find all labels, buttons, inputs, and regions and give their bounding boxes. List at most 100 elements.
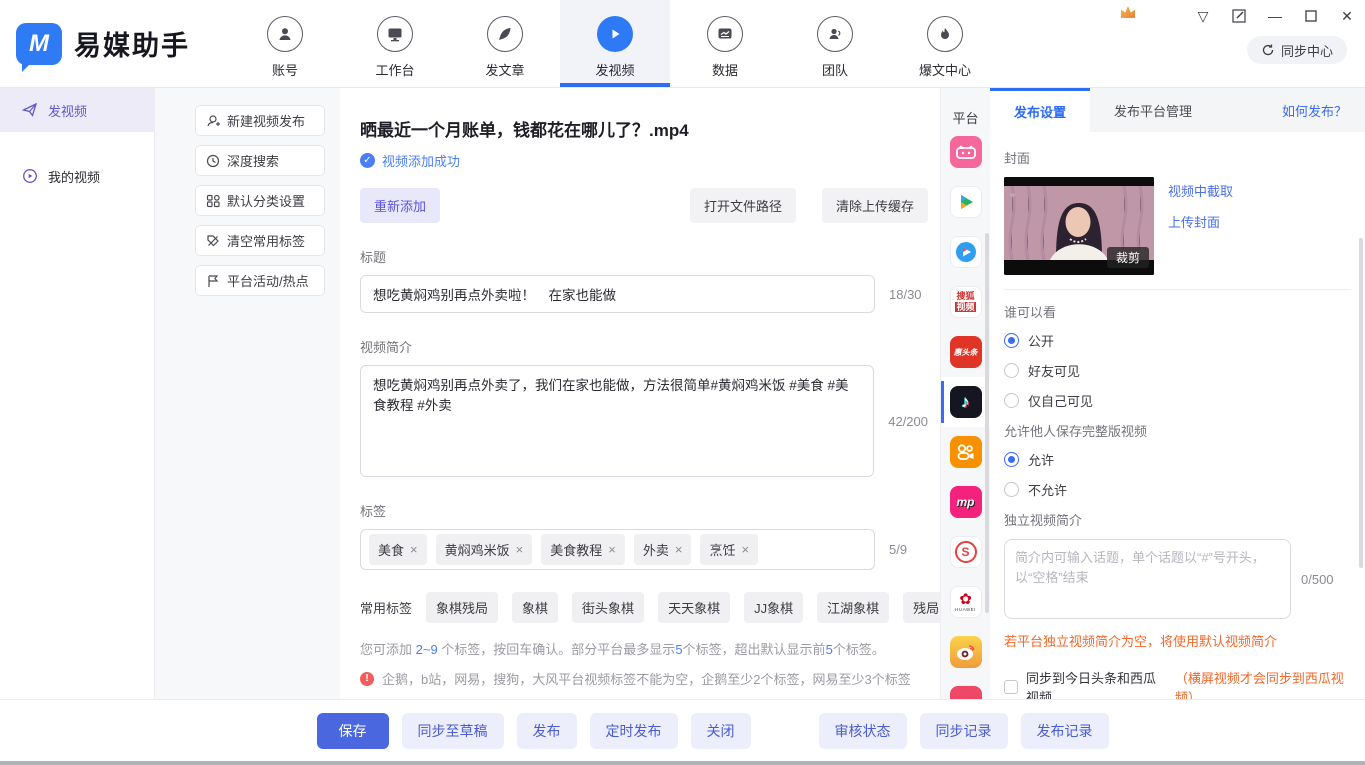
default-category-button[interactable]: 默认分类设置	[195, 185, 325, 216]
remove-tag-icon[interactable]: ×	[675, 542, 683, 557]
visibility-option-private[interactable]: 仅自己可见	[1004, 391, 1351, 410]
rail-scrollbar[interactable]	[985, 233, 989, 613]
platform-mp[interactable]: mp	[941, 477, 990, 527]
common-tag[interactable]: 江湖象棋	[817, 592, 889, 623]
review-status-button[interactable]: 审核状态	[819, 713, 907, 749]
nav-label: 工作台	[375, 60, 414, 79]
save-option-allow[interactable]: 允许	[1004, 450, 1351, 469]
nav-label: 数据	[712, 60, 738, 79]
tencent-video-icon	[950, 186, 982, 218]
radio-checked-icon	[1004, 333, 1019, 348]
how-to-publish-link[interactable]: 如何发布？	[1282, 88, 1347, 132]
remove-tag-icon[interactable]: ×	[741, 542, 749, 557]
common-tag[interactable]: 街头象棋	[572, 592, 644, 623]
weibo-icon	[950, 636, 982, 668]
platform-weibo[interactable]	[941, 627, 990, 677]
app-title: 易媒助手	[74, 24, 190, 63]
tray-icon[interactable]: ▽	[1195, 8, 1211, 24]
tools-column: 新建视频发布 深度搜索 默认分类设置 清空常用标签 平台活动/热点	[155, 88, 340, 699]
clear-upload-cache-button[interactable]: 清除上传缓存	[822, 188, 928, 223]
common-tag[interactable]: 象棋残局	[426, 592, 498, 623]
visibility-option-friends[interactable]: 好友可见	[1004, 361, 1351, 380]
common-tag[interactable]: 象棋	[512, 592, 558, 623]
tags-input-box[interactable]: 美食× 黄焖鸡米饭× 美食教程× 外卖× 烹饪×	[360, 529, 875, 570]
nav-item-video-active[interactable]: 发视频	[560, 0, 670, 87]
tag-label: 美食	[378, 540, 404, 559]
platform-huawei[interactable]: ✿ HUAWEI	[941, 577, 990, 627]
sync-to-draft-button[interactable]: 同步至草稿	[402, 713, 504, 749]
desc-counter: 42/200	[888, 414, 928, 429]
scheduled-publish-button[interactable]: 定时发布	[590, 713, 678, 749]
nav-item-account[interactable]: 账号	[245, 0, 325, 87]
title-input[interactable]	[360, 275, 875, 313]
sync-center-button[interactable]: 同步中心	[1247, 36, 1347, 64]
common-tag[interactable]: 天天象棋	[658, 592, 730, 623]
platform-sogou[interactable]: S	[941, 527, 990, 577]
nav-item-workbench[interactable]: 工作台	[355, 0, 435, 87]
visibility-option-public[interactable]: 公开	[1004, 331, 1351, 350]
nav-item-article[interactable]: 发文章	[465, 0, 545, 87]
publish-records-button[interactable]: 发布记录	[1021, 713, 1109, 749]
sync-records-button[interactable]: 同步记录	[920, 713, 1008, 749]
list-plus-icon	[206, 114, 220, 128]
platform-haokan-video[interactable]	[941, 227, 990, 277]
flame-icon	[927, 16, 963, 52]
independent-desc-textarea[interactable]	[1004, 539, 1291, 619]
close-button[interactable]: 关闭	[691, 713, 751, 749]
sidebar-item-my-videos[interactable]: 我的视频	[0, 154, 154, 198]
nav-item-team[interactable]: 团队	[795, 0, 875, 87]
tag-chip: 烹饪×	[700, 534, 758, 565]
platform-sohu-video[interactable]: 搜狐 视频	[941, 277, 990, 327]
upgrade-crown-icon[interactable]	[1121, 6, 1135, 18]
tag-chip: 美食 ×	[369, 534, 427, 565]
tab-platform-management[interactable]: 发布平台管理	[1090, 88, 1216, 132]
tool-button-label: 新建视频发布	[227, 111, 305, 130]
new-video-publish-button[interactable]: 新建视频发布	[195, 105, 325, 136]
common-tag[interactable]: JJ象棋	[744, 592, 803, 623]
partial-platform-icon	[950, 686, 982, 699]
platform-hui-toutiao[interactable]: 惠头条	[941, 327, 990, 377]
cover-thumbnail[interactable]: ₩ 裁剪	[1004, 177, 1154, 275]
deep-search-button[interactable]: 深度搜索	[195, 145, 325, 176]
screenshot-icon[interactable]	[1231, 8, 1247, 24]
nav-label: 账号	[272, 60, 298, 79]
publish-button[interactable]: 发布	[517, 713, 577, 749]
independent-desc-warning: 若平台独立视频简介为空，将使用默认视频简介	[1004, 631, 1351, 650]
tags-hint: 您可添加 2~9 个标签，按回车确认。部分平台最多显示5个标签，超出默认显示前5…	[360, 639, 928, 658]
minimize-icon[interactable]: —	[1267, 8, 1283, 24]
sidebar-item-publish-video[interactable]: 发视频	[0, 88, 154, 132]
panel-scrollbar[interactable]	[1359, 238, 1363, 568]
grid-icon	[206, 194, 220, 208]
maximize-icon[interactable]	[1303, 8, 1319, 24]
remove-tag-icon[interactable]: ×	[516, 542, 524, 557]
remove-tag-icon[interactable]: ×	[410, 542, 418, 557]
upload-cover-link[interactable]: 上传封面	[1168, 212, 1233, 231]
radio-icon	[1004, 363, 1019, 378]
readd-video-button[interactable]: 重新添加	[360, 188, 440, 223]
platform-tencent-video[interactable]	[941, 177, 990, 227]
platform-activity-button[interactable]: 平台活动/热点	[195, 265, 325, 296]
sync-toutiao-row: 同步到今日头条和西瓜视频（横屏视频才会同步到西瓜视频）	[1004, 668, 1351, 699]
platform-bilibili[interactable]	[941, 127, 990, 177]
open-file-path-button[interactable]: 打开文件路径	[690, 188, 796, 223]
tool-button-label: 清空常用标签	[227, 231, 305, 250]
save-option-deny[interactable]: 不允许	[1004, 480, 1351, 499]
clear-common-tags-button[interactable]: 清空常用标签	[195, 225, 325, 256]
tag-chip: 外卖×	[634, 534, 692, 565]
save-button[interactable]: 保存	[317, 713, 389, 749]
remove-tag-icon[interactable]: ×	[608, 542, 616, 557]
close-icon[interactable]: ✕	[1339, 8, 1355, 24]
nav-item-data[interactable]: 数据	[685, 0, 765, 87]
play-circle-icon	[22, 168, 38, 184]
platform-partial[interactable]	[941, 677, 990, 699]
platform-douyin[interactable]: ♪	[941, 377, 990, 427]
nav-item-hot-center[interactable]: 爆文中心	[905, 0, 985, 87]
sync-toutiao-checkbox[interactable]	[1004, 680, 1018, 694]
tab-publish-settings[interactable]: 发布设置	[990, 88, 1090, 132]
crop-button[interactable]: 裁剪	[1107, 247, 1149, 268]
description-textarea[interactable]: 想吃黄焖鸡别再点外卖了，我们在家也能做，方法很简单#黄焖鸡米饭 #美食 #美食教…	[360, 365, 874, 477]
platform-kuaishou[interactable]	[941, 427, 990, 477]
radio-checked-icon	[1004, 452, 1019, 467]
capture-from-video-link[interactable]: 视频中截取	[1168, 181, 1233, 200]
svg-text:₩: ₩	[1010, 193, 1016, 199]
